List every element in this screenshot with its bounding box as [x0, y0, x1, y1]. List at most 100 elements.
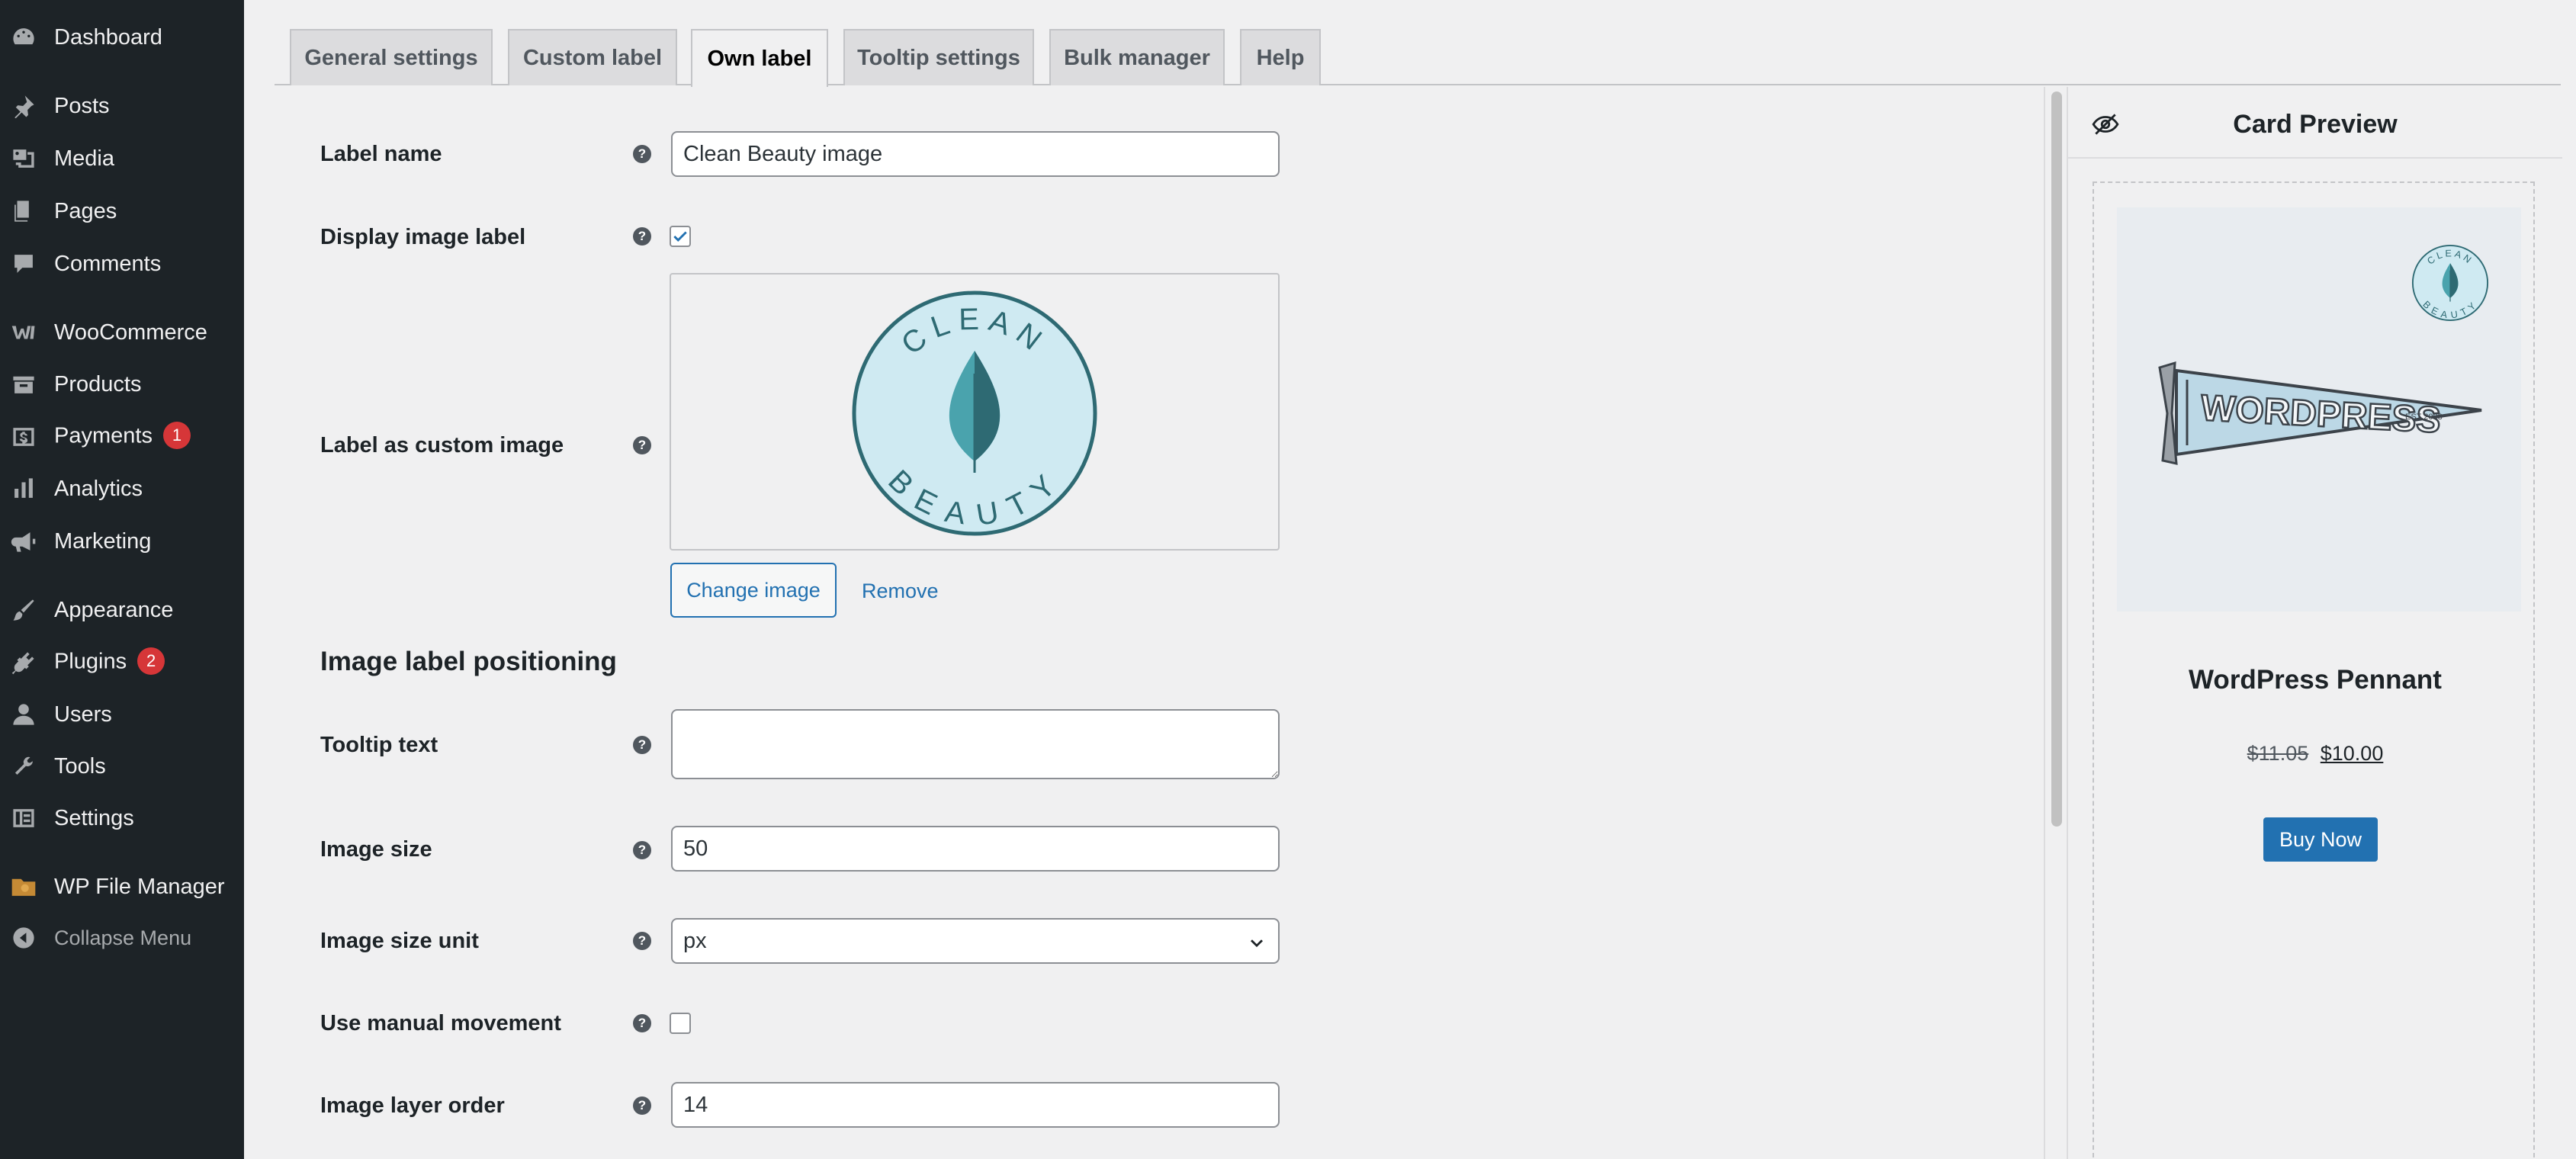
tab-custom-label[interactable]: Custom label [508, 29, 677, 85]
layer-order-label: Image layer order [320, 1093, 505, 1118]
sidebar-item-label: Appearance [54, 597, 174, 622]
sidebar-item-label: WP File Manager [54, 874, 225, 899]
help-icon[interactable]: ? [633, 1014, 651, 1032]
custom-image-label: Label as custom image [320, 433, 564, 458]
tab-tooltip-settings[interactable]: Tooltip settings [843, 29, 1034, 85]
tab-help[interactable]: Help [1240, 29, 1321, 85]
tooltip-text-label: Tooltip text [320, 733, 438, 757]
comment-icon [11, 251, 37, 277]
clean-beauty-logo: CLEAN BEAUTY [852, 291, 1097, 536]
sidebar-item-label: Collapse Menu [54, 926, 192, 949]
sidebar-item-label: Marketing [54, 528, 152, 554]
product-image: WORDPRESS EST 2003 CLEAN BEAUTY [2117, 207, 2521, 612]
settings-icon [11, 805, 37, 831]
sidebar-item-dashboard[interactable]: Dashboard [0, 14, 244, 60]
sidebar-item-woocommerce[interactable]: WooCommerce [0, 310, 244, 355]
section-heading: Image label positioning [320, 647, 617, 676]
help-icon[interactable]: ? [633, 227, 651, 246]
plug-icon [11, 650, 37, 676]
sidebar-item-label: Posts [54, 93, 110, 118]
sidebar-item-label: Tools [54, 753, 106, 779]
sidebar-item-label: Payments 1 [54, 422, 191, 451]
sidebar-item-label: WooCommerce [54, 319, 207, 345]
form-scrollbar[interactable] [2044, 87, 2067, 1159]
folder-icon [11, 874, 37, 900]
display-image-label-label: Display image label [320, 225, 526, 249]
sidebar-item-marketing[interactable]: Marketing [0, 518, 244, 564]
sidebar-item-comments[interactable]: Comments [0, 241, 244, 287]
card-preview-panel: Card Preview WORDPRESS EST 2003 CLEAN BE… [2067, 87, 2562, 1159]
tab-general-settings[interactable]: General settings [290, 29, 493, 85]
change-image-button[interactable]: Change image [670, 563, 837, 618]
sidebar-item-products[interactable]: Products [0, 361, 244, 407]
user-icon [11, 702, 37, 727]
display-image-label-checkbox[interactable] [670, 226, 691, 247]
preview-title: Card Preview [2233, 110, 2398, 139]
sidebar-item-users[interactable]: Users [0, 692, 244, 737]
collapse-menu-button[interactable]: Collapse Menu [0, 915, 244, 961]
help-icon[interactable]: ? [633, 1096, 651, 1115]
sidebar-item-pages[interactable]: Pages [0, 188, 244, 234]
image-size-unit-select[interactable]: px [671, 918, 1280, 964]
tab-bulk-manager[interactable]: Bulk manager [1049, 29, 1225, 85]
sidebar-item-plugins[interactable]: Plugins 2 [0, 640, 244, 685]
sidebar-item-posts[interactable]: Posts [0, 83, 244, 129]
megaphone-icon [11, 528, 37, 554]
sidebar-item-label: Pages [54, 198, 117, 223]
sidebar-item-tools[interactable]: Tools [0, 743, 244, 789]
brush-icon [11, 597, 37, 623]
help-icon[interactable]: ? [633, 841, 651, 859]
pin-icon [11, 93, 37, 119]
collapse-arrow-icon [11, 925, 37, 951]
woocommerce-icon [11, 319, 37, 345]
sidebar-item-media[interactable]: Media [0, 136, 244, 181]
preview-header: Card Preview [2068, 87, 2562, 159]
checkmark-icon [673, 231, 687, 242]
sale-price: $10.00 [2320, 742, 2384, 765]
label-name-label: Label name [320, 142, 442, 166]
sidebar-item-label: Analytics [54, 476, 143, 501]
layer-order-input[interactable] [671, 1082, 1280, 1128]
help-icon[interactable]: ? [633, 145, 651, 163]
image-size-input[interactable] [671, 826, 1280, 872]
product-card: WORDPRESS EST 2003 CLEAN BEAUTY WordPres… [2093, 181, 2535, 1159]
dashboard-icon [11, 24, 37, 50]
tab-own-label[interactable]: Own label [691, 29, 828, 87]
sidebar-item-label: Media [54, 146, 114, 171]
buy-now-button[interactable]: Buy Now [2263, 817, 2378, 862]
custom-image-preview: CLEAN BEAUTY [670, 273, 1280, 551]
select-value: px [683, 928, 707, 953]
sidebar-item-settings[interactable]: Settings [0, 795, 244, 841]
sidebar-item-analytics[interactable]: Analytics [0, 466, 244, 512]
manual-movement-label: Use manual movement [320, 1011, 561, 1035]
manual-movement-checkbox[interactable] [670, 1013, 691, 1034]
dollar-icon [11, 424, 37, 450]
sidebar-item-label: Plugins 2 [54, 647, 165, 676]
sidebar-item-wp-file-manager[interactable]: WP File Manager [0, 864, 244, 910]
image-size-label: Image size [320, 837, 432, 862]
sidebar-item-appearance[interactable]: Appearance [0, 587, 244, 633]
tooltip-text-input[interactable] [671, 709, 1280, 779]
wrench-icon [11, 753, 37, 779]
bar-chart-icon [11, 476, 37, 502]
product-price: $11.05 $10.00 [2094, 742, 2536, 766]
sidebar-item-label: Comments [54, 251, 162, 276]
sidebar-item-payments[interactable]: Payments 1 [0, 414, 244, 460]
help-icon[interactable]: ? [633, 436, 651, 454]
archive-icon [11, 371, 37, 397]
clean-beauty-label-badge: CLEAN BEAUTY [2411, 244, 2489, 322]
admin-sidebar: Dashboard Posts Media Pages Comments Woo… [0, 0, 244, 1159]
chevron-down-icon [1251, 939, 1263, 948]
remove-image-link[interactable]: Remove [862, 580, 939, 603]
media-icon [11, 146, 37, 172]
help-icon[interactable]: ? [633, 736, 651, 754]
sidebar-item-label: Products [54, 371, 142, 396]
pennant-image: WORDPRESS EST 2003 [2158, 361, 2482, 465]
label-name-input[interactable] [671, 131, 1280, 177]
help-icon[interactable]: ? [633, 932, 651, 950]
scrollbar-thumb[interactable] [2051, 92, 2062, 827]
sidebar-item-label: Users [54, 702, 112, 727]
notification-badge: 1 [162, 422, 191, 449]
settings-tabs: General settings Custom label Own label … [275, 29, 2561, 87]
notification-badge: 2 [137, 647, 165, 675]
